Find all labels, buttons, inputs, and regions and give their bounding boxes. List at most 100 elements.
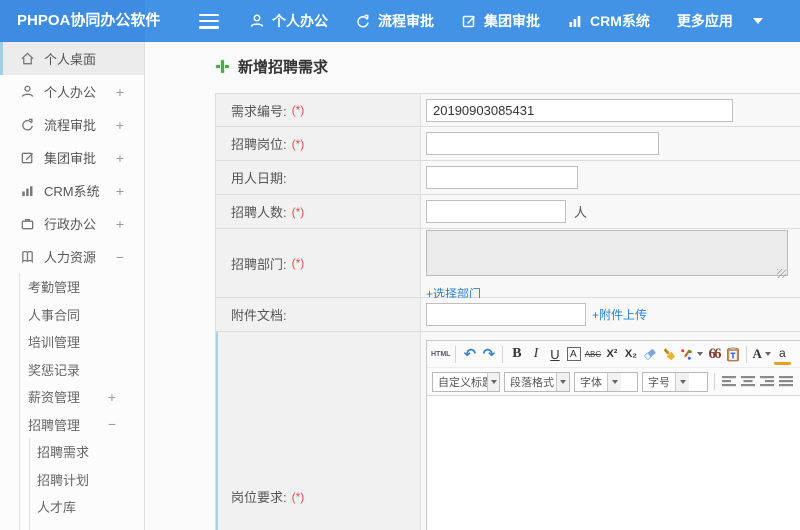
bold-button[interactable]: B bbox=[508, 344, 525, 365]
nav-more-apps[interactable]: 更多应用 bbox=[677, 11, 763, 31]
expand-plus-icon[interactable]: + bbox=[116, 117, 124, 133]
collapse-minus-icon[interactable]: − bbox=[108, 416, 116, 432]
required-marker: (*) bbox=[291, 489, 305, 504]
sidebar-item-label: 人事合同 bbox=[28, 307, 81, 323]
format-brush-icon bbox=[663, 348, 675, 361]
eraser-button[interactable] bbox=[641, 344, 658, 365]
app-header: PHPOA协同办公软件 个人办公 流程审批 集团审批 CRM系统 更多应用 bbox=[0, 0, 800, 42]
nav-workflow-approval[interactable]: 流程审批 bbox=[355, 11, 434, 31]
nav-group-approval[interactable]: 集团审批 bbox=[461, 11, 540, 31]
page-title: 新增招聘需求 bbox=[238, 59, 329, 76]
expand-plus-icon[interactable]: + bbox=[108, 389, 116, 405]
hire-date-input[interactable] bbox=[426, 166, 578, 189]
edit-icon bbox=[461, 13, 477, 29]
sidebar-item-personal-office[interactable]: 个人办公 + bbox=[0, 75, 144, 108]
sidebar-item-label: 招聘需求 bbox=[37, 445, 90, 461]
sidebar-item-attendance-management[interactable]: 考勤管理 bbox=[20, 273, 144, 301]
sidebar-item-personal-desktop[interactable]: 个人桌面 bbox=[0, 42, 144, 75]
sidebar-item-label: 个人桌面 bbox=[44, 52, 97, 67]
nav-label: CRM系统 bbox=[590, 13, 650, 29]
html-source-button[interactable]: HTML bbox=[431, 344, 450, 365]
font-family-select[interactable]: 字体 bbox=[574, 371, 638, 392]
briefcase-icon bbox=[20, 216, 35, 231]
align-justify-button[interactable] bbox=[777, 371, 794, 392]
headcount-unit: 人 bbox=[574, 205, 588, 220]
field-label-cell: 附件文档: bbox=[216, 298, 421, 331]
chevron-down-icon bbox=[607, 372, 621, 391]
hr-submenu: 考勤管理 人事合同 培训管理 奖惩记录 薪资管理 + 招聘管理 − 招聘需求 招… bbox=[19, 273, 144, 530]
align-left-button[interactable] bbox=[720, 371, 737, 392]
strikethrough-button[interactable]: ABC bbox=[584, 344, 601, 365]
field-value-cell: +附件上传 bbox=[421, 298, 800, 331]
chevron-down-icon bbox=[675, 372, 689, 391]
sidebar-item-crm-system[interactable]: CRM系统 + bbox=[0, 174, 144, 207]
nav-personal-office[interactable]: 个人办公 bbox=[249, 11, 328, 31]
paragraph-format-select[interactable]: 段落格式 bbox=[504, 371, 570, 392]
undo-button[interactable]: ↶ bbox=[461, 344, 478, 365]
sidebar-item-hr-contracts[interactable]: 人事合同 bbox=[20, 301, 144, 329]
sidebar-item-workflow-approval[interactable]: 流程审批 + bbox=[0, 108, 144, 141]
editor-toolbar-row2: 自定义标题 段落格式 字体 bbox=[427, 368, 800, 395]
align-right-button[interactable] bbox=[758, 371, 775, 392]
highlight-color-button[interactable]: a bbox=[773, 344, 791, 365]
sidebar-item-admin-office[interactable]: 行政办公 + bbox=[0, 207, 144, 240]
required-marker: (*) bbox=[291, 103, 305, 117]
resize-grip-icon[interactable] bbox=[777, 268, 786, 278]
expand-plus-icon[interactable]: + bbox=[116, 183, 124, 199]
align-justify-icon bbox=[778, 375, 793, 386]
expand-plus-icon[interactable]: + bbox=[116, 216, 124, 232]
editor-content-area[interactable] bbox=[427, 395, 800, 530]
eraser-icon bbox=[644, 349, 656, 360]
format-brush-button[interactable] bbox=[660, 344, 677, 365]
sidebar-item-reward-punishment[interactable]: 奖惩记录 bbox=[20, 356, 144, 384]
blockquote-button[interactable]: 66 bbox=[705, 344, 722, 365]
sidebar-item-recruit-demand[interactable]: 招聘需求 bbox=[30, 438, 144, 466]
expand-plus-icon[interactable]: + bbox=[116, 150, 124, 166]
italic-button[interactable]: I bbox=[527, 344, 544, 365]
sidebar-item-salary-management[interactable]: 薪资管理 + bbox=[20, 383, 144, 411]
recruit-department-textarea[interactable] bbox=[426, 229, 788, 276]
color-palette-button[interactable] bbox=[679, 344, 704, 365]
collapse-minus-icon[interactable]: − bbox=[116, 249, 124, 265]
font-size-select[interactable]: 字号 bbox=[642, 371, 708, 392]
edit-icon bbox=[20, 150, 35, 165]
upload-attachment-link[interactable]: +附件上传 bbox=[592, 306, 647, 323]
nav-label: 集团审批 bbox=[484, 13, 540, 29]
field-label-cell: 招聘部门: (*) bbox=[216, 229, 421, 297]
sidebar-item-talent-pool[interactable]: 人才库 bbox=[30, 493, 144, 521]
bar-chart-icon bbox=[20, 183, 35, 198]
headcount-input[interactable] bbox=[426, 200, 566, 223]
sidebar-item-training-management[interactable]: 培训管理 bbox=[20, 328, 144, 356]
subscript-button[interactable]: X₂ bbox=[622, 344, 639, 365]
demand-number-input[interactable] bbox=[426, 98, 733, 122]
color-palette-icon bbox=[681, 348, 693, 360]
align-left-icon bbox=[721, 375, 736, 386]
field-label: 需求编号: bbox=[231, 103, 287, 119]
required-marker: (*) bbox=[291, 136, 305, 151]
sidebar-item-recruit-management[interactable]: 招聘管理 − bbox=[20, 411, 144, 439]
align-center-button[interactable] bbox=[739, 371, 756, 392]
underline-button[interactable]: U bbox=[546, 344, 563, 365]
custom-heading-select[interactable]: 自定义标题 bbox=[432, 371, 500, 392]
sidebar-item-group-approval[interactable]: 集团审批 + bbox=[0, 141, 144, 174]
recruit-position-input[interactable] bbox=[426, 132, 659, 155]
toolbar-separator bbox=[746, 345, 748, 363]
paste-button[interactable] bbox=[724, 344, 741, 365]
field-value-cell bbox=[421, 94, 800, 126]
redo-button[interactable]: ↷ bbox=[480, 344, 497, 365]
attachment-input[interactable] bbox=[426, 303, 586, 326]
font-color-button[interactable]: A bbox=[752, 344, 771, 365]
sidebar-item-label: 招聘计划 bbox=[37, 472, 90, 488]
sidebar-item-human-resources[interactable]: 人力资源 − bbox=[0, 240, 144, 273]
superscript-button[interactable]: X² bbox=[603, 344, 620, 365]
sidebar-item-recruit-plan[interactable]: 招聘计划 bbox=[30, 466, 144, 494]
paste-icon bbox=[727, 347, 739, 362]
field-label-cell: 招聘人数: (*) bbox=[216, 195, 421, 228]
menu-toggle-icon[interactable] bbox=[199, 13, 219, 29]
form-row: 招聘人数: (*) 人 bbox=[216, 195, 800, 229]
font-size-button[interactable]: A bbox=[565, 344, 582, 365]
field-label: 招聘部门: bbox=[231, 256, 287, 272]
expand-plus-icon[interactable]: + bbox=[116, 84, 124, 100]
field-value-cell bbox=[421, 161, 800, 194]
nav-crm-system[interactable]: CRM系统 bbox=[567, 11, 650, 31]
